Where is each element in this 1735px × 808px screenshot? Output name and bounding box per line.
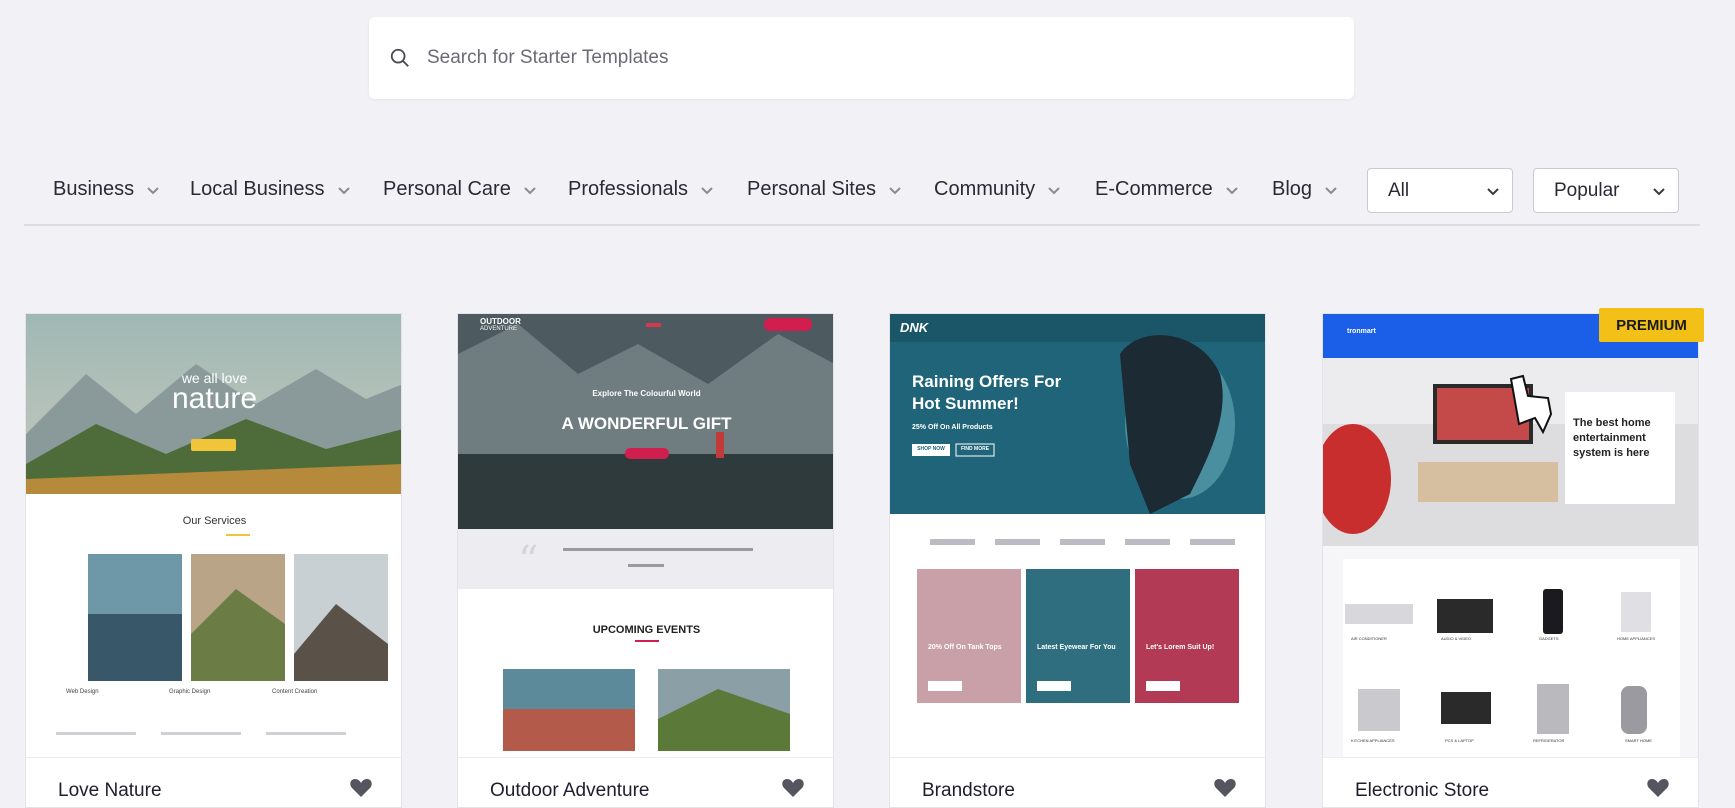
preview-headline: Hot Summer! (912, 394, 1019, 413)
template-name: Brandstore (922, 780, 1015, 801)
template-name: Love Nature (58, 780, 162, 801)
preview-kicker: Explore The Colourful World (592, 389, 701, 398)
preview-shop-button: SHOP NOW (917, 446, 945, 452)
preview-product-label: PCS & LAPTOP (1445, 738, 1474, 743)
sort-select[interactable]: Popular (1533, 168, 1679, 213)
preview-headline: Raining Offers For (912, 372, 1062, 391)
chevron-down-icon (147, 186, 159, 194)
category-label: Community (934, 178, 1036, 200)
premium-badge: PREMIUM (1599, 308, 1704, 342)
chevron-down-icon (1048, 186, 1060, 194)
chevron-down-icon (1226, 186, 1238, 194)
search-input[interactable] (427, 47, 1327, 69)
preview-service-label: Content Creation (272, 689, 318, 695)
preview-product-label: AUDIO & VIDEO (1441, 636, 1472, 641)
category-business[interactable]: Business (53, 178, 160, 201)
template-card-brandstore[interactable]: DNK Raining Offers For Hot Summer! 25% O… (889, 313, 1266, 808)
category-label: Professionals (568, 178, 689, 200)
chevron-down-icon (1487, 187, 1499, 195)
chevron-down-icon (889, 186, 901, 194)
category-local-business[interactable]: Local Business (190, 178, 351, 201)
search-bar[interactable] (369, 17, 1354, 99)
category-label: Business (53, 178, 135, 200)
heart-icon[interactable] (1213, 776, 1237, 798)
category-community[interactable]: Community (934, 178, 1061, 201)
preview-section-title: Our Services (182, 515, 247, 527)
category-professionals[interactable]: Professionals (568, 178, 714, 201)
preview-service-label: Web Design (66, 689, 99, 695)
card-footer: Love Nature (26, 757, 401, 807)
category-label: E-Commerce (1095, 178, 1213, 200)
preview-product-label: AIR CONDITIONER (1351, 636, 1387, 641)
template-card-love-nature[interactable]: we all love nature Our Services Web Desi… (25, 313, 402, 808)
preview-logo: tronmart (1347, 328, 1376, 335)
category-label: Personal Sites (747, 178, 876, 200)
preview-headline: A WONDERFUL GIFT (561, 414, 732, 433)
category-label: Local Business (190, 178, 325, 200)
preview-tile-label: 20% Off On Tank Tops (928, 644, 1002, 651)
template-preview[interactable]: we all love nature Our Services Web Desi… (26, 314, 401, 757)
filter-bar: Business Local Business Personal Care Pr… (24, 168, 1700, 226)
sort-select-value: Popular (1554, 179, 1620, 201)
category-label: Personal Care (383, 178, 511, 200)
preview-headline: entertainment (1573, 432, 1646, 444)
preview-find-button: FIND MORE (960, 446, 990, 452)
card-footer: Outdoor Adventure (458, 757, 833, 807)
preview-hero-big: nature (171, 382, 258, 415)
preview-product-label: HOME APPLIANCES (1617, 636, 1656, 641)
category-e-commerce[interactable]: E-Commerce (1095, 178, 1239, 201)
svg-text:“: “ (518, 538, 538, 584)
chevron-down-icon (524, 186, 536, 194)
preview-product-label: GADGETS (1539, 636, 1559, 641)
chevron-down-icon (701, 186, 713, 194)
template-preview[interactable]: DNK Raining Offers For Hot Summer! 25% O… (890, 314, 1265, 757)
heart-icon[interactable] (781, 776, 805, 798)
category-personal-sites[interactable]: Personal Sites (747, 178, 902, 201)
preview-logo: DNK (900, 320, 929, 335)
chevron-down-icon (1653, 187, 1665, 195)
search-icon (390, 48, 409, 67)
chevron-down-icon (337, 186, 350, 194)
type-select[interactable]: All (1367, 168, 1513, 213)
preview-product-label: KITCHEN APPLIANCES (1351, 738, 1395, 743)
preview-subtitle: 25% Off On All Products (912, 424, 993, 431)
card-footer: Electronic Store (1323, 757, 1698, 807)
template-card-electronic-store[interactable]: tronmart The best home entertainment sys… (1322, 313, 1699, 808)
preview-service-label: Graphic Design (169, 689, 211, 695)
preview-headline: The best home (1573, 417, 1651, 429)
preview-product-label: SMART HOME (1625, 738, 1652, 743)
template-preview[interactable]: “ OUTDOOR ADVENTURE Explore The Colourfu… (458, 314, 833, 757)
preview-events-title: UPCOMING EVENTS (592, 624, 701, 636)
category-label: Blog (1272, 178, 1313, 200)
preview-tile-label: Latest Eyewear For You (1037, 644, 1116, 651)
type-select-value: All (1388, 179, 1410, 201)
preview-logo-sub: ADVENTURE (480, 326, 518, 332)
template-preview[interactable]: tronmart The best home entertainment sys… (1323, 314, 1698, 757)
template-name: Electronic Store (1355, 780, 1490, 801)
heart-icon[interactable] (1646, 776, 1670, 798)
heart-icon[interactable] (349, 776, 373, 798)
preview-headline: system is here (1573, 447, 1650, 459)
card-footer: Brandstore (890, 757, 1265, 807)
chevron-down-icon (1325, 186, 1337, 194)
preview-product-label: REFRIGERATOR (1533, 738, 1565, 743)
template-card-outdoor-adventure[interactable]: “ OUTDOOR ADVENTURE Explore The Colourfu… (457, 313, 834, 808)
category-personal-care[interactable]: Personal Care (383, 178, 537, 201)
template-name: Outdoor Adventure (490, 780, 650, 801)
category-blog[interactable]: Blog (1272, 178, 1338, 201)
preview-tile-label: Let's Lorem Suit Up! (1146, 644, 1215, 651)
preview-logo: OUTDOOR (480, 317, 521, 326)
